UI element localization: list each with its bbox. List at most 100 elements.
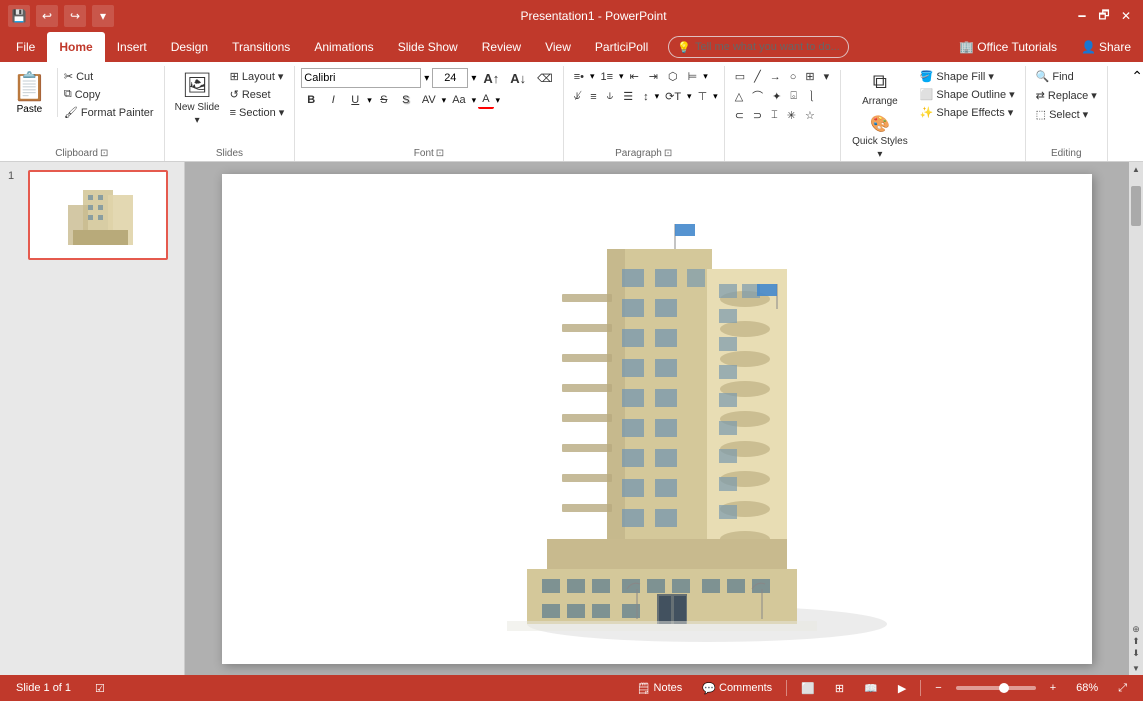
increase-font-button[interactable]: A↑ bbox=[479, 69, 503, 88]
shape-rect-button[interactable]: ▭ bbox=[731, 68, 749, 85]
increase-indent-button[interactable]: ⇥ bbox=[645, 68, 662, 85]
text-case-button[interactable]: Aa bbox=[448, 92, 469, 108]
text-direction-dropdown-icon[interactable]: ▾ bbox=[687, 91, 692, 102]
decrease-font-button[interactable]: A↓ bbox=[506, 69, 530, 88]
underline-dropdown-icon[interactable]: ▾ bbox=[367, 95, 372, 106]
shape-callout-button[interactable]: △ bbox=[731, 86, 747, 106]
shape-custom1-button[interactable]: ⎱ bbox=[802, 86, 821, 106]
close-button[interactable]: ✕ bbox=[1117, 7, 1135, 25]
layout-button[interactable]: ⊞ Layout ▾ bbox=[226, 68, 289, 85]
scroll-down-arrow[interactable]: ▼ bbox=[1129, 661, 1143, 675]
menu-transitions[interactable]: Transitions bbox=[220, 32, 302, 62]
bold-button[interactable]: B bbox=[301, 92, 321, 108]
fit-window-button[interactable]: ⤢ bbox=[1112, 680, 1133, 697]
font-expand-icon[interactable]: ⊡ bbox=[436, 148, 444, 159]
menu-view[interactable]: View bbox=[533, 32, 583, 62]
clear-formatting-button[interactable]: ⌫ bbox=[533, 70, 557, 87]
align-text-dropdown-icon[interactable]: ▾ bbox=[713, 91, 718, 102]
shape-custom5-button[interactable]: ✳ bbox=[783, 107, 800, 124]
justify-button[interactable]: ☰ bbox=[619, 88, 637, 105]
replace-button[interactable]: ⇄ Replace ▾ bbox=[1032, 87, 1101, 104]
clipboard-expand-icon[interactable]: ⊡ bbox=[100, 148, 108, 159]
save-button[interactable]: 💾 bbox=[8, 5, 30, 27]
cut-button[interactable]: ✂ Cut bbox=[60, 68, 158, 85]
paragraph-expand-icon[interactable]: ⊡ bbox=[664, 148, 672, 159]
shape-arrow-button[interactable]: → bbox=[766, 68, 785, 85]
scrollbar-thumb[interactable] bbox=[1131, 186, 1141, 226]
slide-thumbnail-1[interactable] bbox=[28, 170, 168, 260]
customize-qat-button[interactable]: ▾ bbox=[92, 5, 114, 27]
bullets-button[interactable]: ≡• bbox=[570, 69, 588, 85]
align-center-button[interactable]: ≡ bbox=[586, 89, 600, 105]
format-painter-button[interactable]: 🖌 Format Painter bbox=[60, 104, 158, 121]
decrease-indent-button[interactable]: ⇤ bbox=[626, 68, 643, 85]
font-color-button[interactable]: A bbox=[478, 91, 493, 109]
scroll-up-arrow[interactable]: ▲ bbox=[1129, 162, 1143, 176]
align-right-button[interactable]: ⫝ bbox=[603, 88, 618, 105]
font-size-input[interactable] bbox=[432, 68, 468, 88]
shape-dropdown-button[interactable]: ▾ bbox=[820, 68, 834, 85]
numbering-dropdown-icon[interactable]: ▾ bbox=[619, 71, 624, 82]
paste-button[interactable]: 📋 Paste bbox=[6, 68, 53, 117]
expand-button[interactable]: ⬆ bbox=[1132, 636, 1140, 647]
strikethrough-button[interactable]: S bbox=[374, 92, 394, 108]
menu-slideshow[interactable]: Slide Show bbox=[386, 32, 470, 62]
shape-star-button[interactable]: ✦ bbox=[768, 86, 785, 106]
align-text-button[interactable]: ⊤ bbox=[694, 88, 712, 105]
underline-button[interactable]: U bbox=[345, 92, 365, 108]
menu-file[interactable]: File bbox=[4, 32, 47, 62]
zoom-level[interactable]: 68% bbox=[1070, 680, 1104, 696]
char-spacing-button[interactable]: AV bbox=[418, 92, 440, 108]
select-button[interactable]: ⬚ Select ▾ bbox=[1032, 106, 1093, 123]
char-spacing-dropdown-icon[interactable]: ▾ bbox=[442, 95, 447, 106]
quick-styles-button[interactable]: 🎨 Quick Styles ▾ bbox=[848, 111, 912, 163]
line-spacing-dropdown-icon[interactable]: ▾ bbox=[655, 91, 660, 102]
menu-animations[interactable]: Animations bbox=[302, 32, 385, 62]
slide-canvas[interactable] bbox=[222, 174, 1092, 664]
collapse-button[interactable]: ⬇ bbox=[1132, 648, 1140, 659]
accessibility-button[interactable]: ☑ bbox=[89, 680, 111, 697]
shape-outline-button[interactable]: ⬜ Shape Outline ▾ bbox=[916, 86, 1019, 103]
section-button[interactable]: ≡ Section ▾ bbox=[226, 104, 289, 121]
minimize-button[interactable]: 🗕 bbox=[1073, 7, 1091, 25]
menu-home[interactable]: Home bbox=[47, 32, 104, 62]
text-case-dropdown-icon[interactable]: ▾ bbox=[472, 95, 477, 106]
office-tutorials-button[interactable]: 🏢 Office Tutorials bbox=[951, 40, 1065, 54]
columns-dropdown-icon[interactable]: ▾ bbox=[703, 71, 708, 82]
restore-button[interactable]: 🗗 bbox=[1095, 7, 1113, 25]
collapse-ribbon[interactable]: ⌃ bbox=[1131, 66, 1143, 161]
reading-view-button[interactable]: 📖 bbox=[858, 680, 884, 697]
smartart-button[interactable]: ⬡ bbox=[664, 68, 682, 85]
font-color-dropdown-icon[interactable]: ▾ bbox=[496, 95, 501, 106]
align-left-button[interactable]: ⫝̸ bbox=[570, 88, 585, 105]
menu-participoll[interactable]: ParticiPoll bbox=[583, 32, 660, 62]
numbering-button[interactable]: 1≡ bbox=[597, 69, 618, 85]
menu-design[interactable]: Design bbox=[159, 32, 220, 62]
new-slide-button[interactable]: 🖼 New Slide ▾ bbox=[171, 68, 224, 129]
redo-button[interactable]: ↪ bbox=[64, 5, 86, 27]
arrange-button[interactable]: ⧉ Arrange bbox=[848, 68, 912, 110]
zoom-out-button[interactable]: − bbox=[929, 680, 947, 696]
share-button[interactable]: 👤 Share bbox=[1073, 40, 1139, 54]
line-spacing-button[interactable]: ↕ bbox=[639, 89, 653, 105]
fit-slide-button[interactable]: ⊕ bbox=[1132, 624, 1140, 635]
shape-oval-button[interactable]: ○ bbox=[786, 68, 801, 85]
notes-button[interactable]: 🗒 Notes bbox=[631, 680, 689, 697]
shape-connector-button[interactable]: ⌒ bbox=[748, 86, 767, 106]
zoom-slider[interactable] bbox=[956, 686, 1036, 690]
vertical-scrollbar[interactable]: ▲ ⊕ ⬆ ⬇ ▼ bbox=[1129, 162, 1143, 675]
shape-fill-button[interactable]: 🪣 Shape Fill ▾ bbox=[916, 68, 1019, 85]
font-name-dropdown-icon[interactable]: ▾ bbox=[424, 73, 429, 84]
italic-button[interactable]: I bbox=[323, 92, 343, 108]
shape-trapez-button[interactable]: ⌺ bbox=[786, 86, 801, 106]
columns-button[interactable]: ⊨ bbox=[684, 68, 702, 85]
shape-line-button[interactable]: ╱ bbox=[750, 68, 765, 85]
text-direction-button[interactable]: ⟳T bbox=[661, 88, 685, 105]
bullets-dropdown-icon[interactable]: ▾ bbox=[590, 71, 595, 82]
shape-custom6-button[interactable]: ☆ bbox=[801, 107, 819, 124]
shape-custom2-button[interactable]: ⊂ bbox=[731, 107, 748, 124]
shape-custom4-button[interactable]: ⌶ bbox=[767, 107, 782, 124]
shape-effects-button[interactable]: ✨ Shape Effects ▾ bbox=[916, 104, 1019, 121]
reset-button[interactable]: ↺ Reset bbox=[226, 86, 289, 103]
find-button[interactable]: 🔍 Find bbox=[1032, 68, 1078, 85]
